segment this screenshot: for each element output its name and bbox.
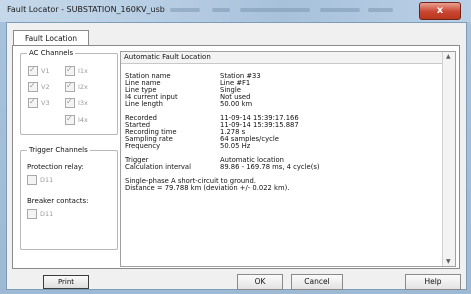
checkbox-icon (28, 65, 38, 76)
cancel-button[interactable]: Cancel (291, 274, 343, 290)
title-bar[interactable]: Fault Locator - SUBSTATION_160KV_usb x (0, 0, 471, 22)
checkbox-v1[interactable]: V1 (28, 65, 50, 76)
fault-report-panel: Automatic Fault Location ▲ ▼ Station nam… (120, 51, 456, 267)
checkbox-i2x[interactable]: I2x (65, 81, 88, 92)
window-title: Fault Locator - SUBSTATION_160KV_usb (7, 5, 165, 14)
title-bar-decoration (170, 8, 200, 12)
fault-location-panel: AC Channels V1 I1x V2 I2x V3 I3x I4x Tri… (12, 45, 460, 289)
ok-button[interactable]: OK (237, 274, 283, 290)
trigger-channels-title: Trigger Channels (27, 146, 90, 154)
title-bar-decoration (368, 8, 393, 12)
close-button[interactable]: x (419, 2, 461, 20)
report-heading: Automatic Fault Location (121, 52, 442, 64)
scroll-up-icon[interactable]: ▲ (446, 53, 451, 60)
checkbox-icon (27, 209, 37, 219)
close-icon: x (436, 5, 444, 16)
title-bar-decoration (240, 8, 310, 12)
title-bar-decoration (212, 8, 230, 12)
checkbox-i3x[interactable]: I3x (65, 97, 88, 108)
checkbox-breaker-contacts-d11[interactable]: D11 (27, 209, 53, 219)
checkbox-icon (65, 97, 75, 108)
fault-locator-window: Fault Locator - SUBSTATION_160KV_usb x F… (0, 0, 471, 294)
ac-channels-title: AC Channels (27, 49, 76, 57)
protection-relay-label: Protection relay: (27, 163, 84, 171)
tab-fault-location[interactable]: Fault Location (13, 30, 89, 46)
checkbox-icon (28, 97, 38, 108)
ac-channels-group: AC Channels V1 I1x V2 I2x V3 I3x I4x (20, 49, 118, 135)
fault-distance-line: Distance = 79.788 km (deviation +/- 0.02… (125, 184, 290, 192)
checkbox-icon (65, 81, 75, 92)
vertical-scrollbar[interactable]: ▲ ▼ (442, 52, 455, 266)
help-button[interactable]: Help (405, 274, 461, 290)
checkbox-protection-relay-d11[interactable]: D11 (27, 175, 53, 185)
trigger-channels-group: Trigger Channels Protection relay: D11 B… (20, 146, 118, 250)
checkbox-i4x[interactable]: I4x (65, 114, 88, 125)
checkbox-v2[interactable]: V2 (28, 81, 50, 92)
checkbox-i1x[interactable]: I1x (65, 65, 88, 76)
checkbox-icon (27, 175, 37, 185)
title-bar-decoration (320, 8, 360, 12)
dialog-client-area: Fault Location AC Channels V1 I1x V2 I2x… (6, 22, 467, 290)
checkbox-v3[interactable]: V3 (28, 97, 50, 108)
checkbox-icon (65, 114, 75, 125)
print-button[interactable]: Print (43, 275, 89, 289)
checkbox-icon (65, 65, 75, 76)
checkbox-icon (28, 81, 38, 92)
scroll-down-icon[interactable]: ▼ (446, 258, 451, 265)
breaker-contacts-label: Breaker contacts: (27, 197, 89, 205)
